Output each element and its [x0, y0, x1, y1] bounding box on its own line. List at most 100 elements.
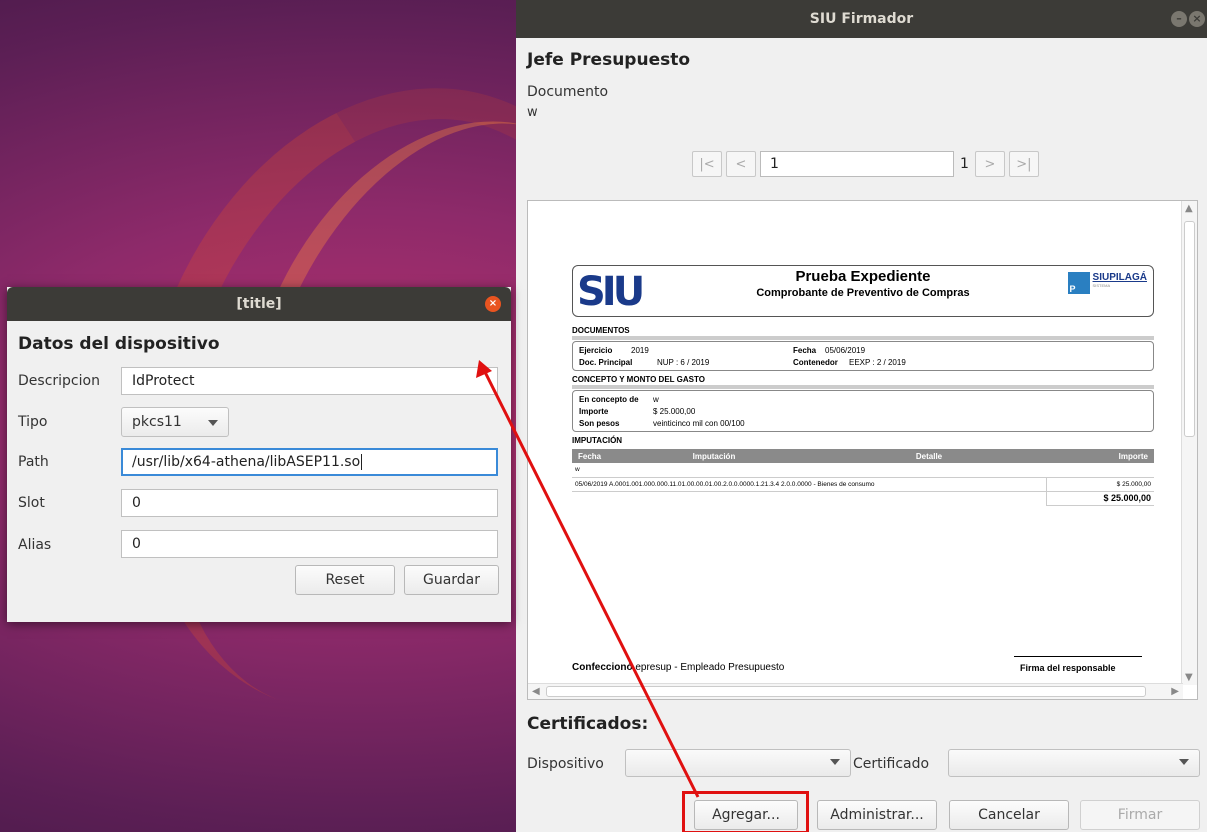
firma-line [1014, 656, 1142, 657]
total-pages: 1 [960, 156, 969, 172]
page-number-input[interactable]: 1 [760, 151, 954, 177]
table-row: w [572, 463, 1154, 478]
administrar-button[interactable]: Administrar... [817, 800, 937, 830]
vertical-scroll-thumb[interactable] [1184, 221, 1195, 437]
text-caret [361, 454, 363, 470]
doc-principal-value: NUP : 6 / 2019 [657, 357, 710, 367]
horizontal-scrollbar[interactable]: ◀ ▶ [528, 683, 1183, 699]
minimize-icon[interactable]: – [1171, 11, 1187, 27]
slot-label: Slot [18, 495, 45, 511]
slot-input[interactable]: 0 [121, 489, 498, 517]
confecciono: Confeccionó epresup - Empleado Presupues… [572, 662, 784, 673]
table-note: w [572, 463, 1154, 478]
section-concepto: CONCEPTO Y MONTO DEL GASTO [572, 375, 1154, 389]
path-value: /usr/lib/x64-athena/libASEP11.so [132, 454, 361, 470]
descripcion-label: Descripcion [18, 373, 100, 389]
tipo-value: pkcs11 [132, 414, 182, 430]
dispositivo-label: Dispositivo [527, 756, 604, 772]
path-input[interactable]: /usr/lib/x64-athena/libASEP11.so [121, 448, 498, 476]
confecciono-label: Confeccionó [572, 662, 633, 673]
descripcion-input[interactable]: IdProtect [121, 367, 498, 395]
table-header: Imputación [616, 449, 806, 463]
reset-button[interactable]: Reset [295, 565, 395, 595]
table-total-row: $ 25.000,00 [572, 491, 1154, 506]
alias-input[interactable]: 0 [121, 530, 498, 558]
documentos-box: Ejercicio 2019 Fecha 05/06/2019 Doc. Pri… [572, 341, 1154, 371]
importe-label: Importe [579, 406, 609, 416]
table-header: Detalle [806, 449, 1046, 463]
confecciono-value: epresup - Empleado Presupuesto [635, 662, 785, 673]
firmar-button[interactable]: Firmar [1080, 800, 1200, 830]
scroll-up-icon[interactable]: ▲ [1185, 203, 1193, 214]
close-icon[interactable]: × [1189, 11, 1205, 27]
chevron-down-icon [830, 759, 840, 765]
dialog-title: [title] [236, 296, 282, 312]
section-imputacion: IMPUTACIÓN [572, 436, 623, 445]
importe-value: $ 25.000,00 [653, 406, 696, 416]
dialog-heading: Datos del dispositivo [18, 334, 220, 354]
pdf-header: SIU Prueba Expediente Comprobante de Pre… [572, 265, 1154, 317]
pdf-subtitle: Comprobante de Preventivo de Compras [756, 287, 970, 299]
contenedor-value: EEXP : 2 / 2019 [849, 357, 906, 367]
horizontal-scroll-thumb[interactable] [546, 686, 1146, 697]
certificado-label: Certificado [853, 756, 930, 772]
scroll-down-icon[interactable]: ▼ [1185, 672, 1193, 683]
en-concepto-value: w [653, 394, 659, 404]
row-imputacion: A.0001.001.000.000.11.01.00.00.01.00.2.0… [609, 480, 780, 488]
last-page-button[interactable]: >| [1008, 151, 1039, 177]
prev-page-button[interactable]: < [726, 151, 756, 177]
main-content: Jefe Presupuesto Documento w |< < 1 1 > … [516, 38, 1207, 832]
device-dialog: [title] × Datos del dispositivo Descripc… [7, 287, 511, 622]
agregar-button[interactable]: Agregar... [694, 800, 798, 830]
row-detalle: 2.0.0.0000 - Bienes de consumo [780, 480, 875, 488]
contenedor-label: Contenedor [793, 357, 838, 367]
scroll-left-icon[interactable]: ◀ [532, 686, 540, 697]
cancelar-button[interactable]: Cancelar [949, 800, 1069, 830]
son-pesos-label: Son pesos [579, 418, 620, 428]
certificado-select[interactable] [948, 749, 1200, 777]
concepto-box: En concepto de w Importe $ 25.000,00 Son… [572, 390, 1154, 432]
imputacion-table: Fecha Imputación Detalle Importe w 05/06… [572, 449, 1154, 506]
section-documentos: DOCUMENTOS [572, 326, 1154, 340]
siu-logo: SIU [577, 269, 645, 315]
tipo-label: Tipo [18, 414, 48, 430]
pdf-viewer[interactable]: SIU Prueba Expediente Comprobante de Pre… [527, 200, 1198, 700]
document-value: w [527, 105, 538, 120]
row-fecha: 05/06/2019 [575, 480, 608, 488]
path-label: Path [18, 454, 49, 470]
table-header: Importe [1046, 449, 1154, 463]
vertical-scrollbar[interactable]: ▲ ▼ [1181, 201, 1197, 685]
document-label: Documento [527, 84, 609, 100]
ejercicio-label: Ejercicio [579, 345, 613, 355]
table-header-row: Fecha Imputación Detalle Importe [572, 449, 1154, 463]
first-page-button[interactable]: |< [692, 151, 722, 177]
son-pesos-value: veinticinco mil con 00/100 [653, 418, 745, 428]
pilaga-brand: SIUPILAGÁ [1092, 272, 1147, 283]
table-cell: 05/06/2019 A.0001.001.000.000.11.01.00.0… [572, 477, 1046, 492]
table-row: 05/06/2019 A.0001.001.000.000.11.01.00.0… [572, 477, 1154, 492]
firma-label: Firma del responsable [1020, 663, 1116, 673]
chevron-down-icon [208, 420, 218, 426]
doc-principal-label: Doc. Principal [579, 357, 633, 367]
alias-label: Alias [18, 537, 52, 553]
pager: |< < 1 1 > >| [692, 151, 1039, 177]
en-concepto-label: En concepto de [579, 394, 639, 404]
dispositivo-select[interactable] [625, 749, 851, 777]
tipo-select[interactable]: pkcs11 [121, 407, 229, 437]
table-total: $ 25.000,00 [1045, 491, 1154, 506]
dialog-titlebar: [title] × [7, 287, 511, 321]
fecha-value: 05/06/2019 [825, 345, 866, 355]
pdf-page: SIU Prueba Expediente Comprobante de Pre… [572, 265, 1154, 673]
next-page-button[interactable]: > [974, 151, 1005, 177]
fecha-label: Fecha [793, 345, 817, 355]
ejercicio-value: 2019 [631, 345, 649, 355]
chevron-down-icon [1179, 759, 1189, 765]
close-icon[interactable]: × [485, 296, 501, 312]
siupilaga-logo: SIUPILAGÁ SISTEMA [1067, 272, 1147, 294]
pdf-title: Prueba Expediente [795, 268, 931, 285]
main-titlebar: SIU Firmador – × [516, 0, 1207, 38]
page-title: Jefe Presupuesto [527, 50, 691, 70]
scroll-right-icon[interactable]: ▶ [1171, 686, 1179, 697]
guardar-button[interactable]: Guardar [404, 565, 499, 595]
main-window-title: SIU Firmador [809, 11, 914, 27]
